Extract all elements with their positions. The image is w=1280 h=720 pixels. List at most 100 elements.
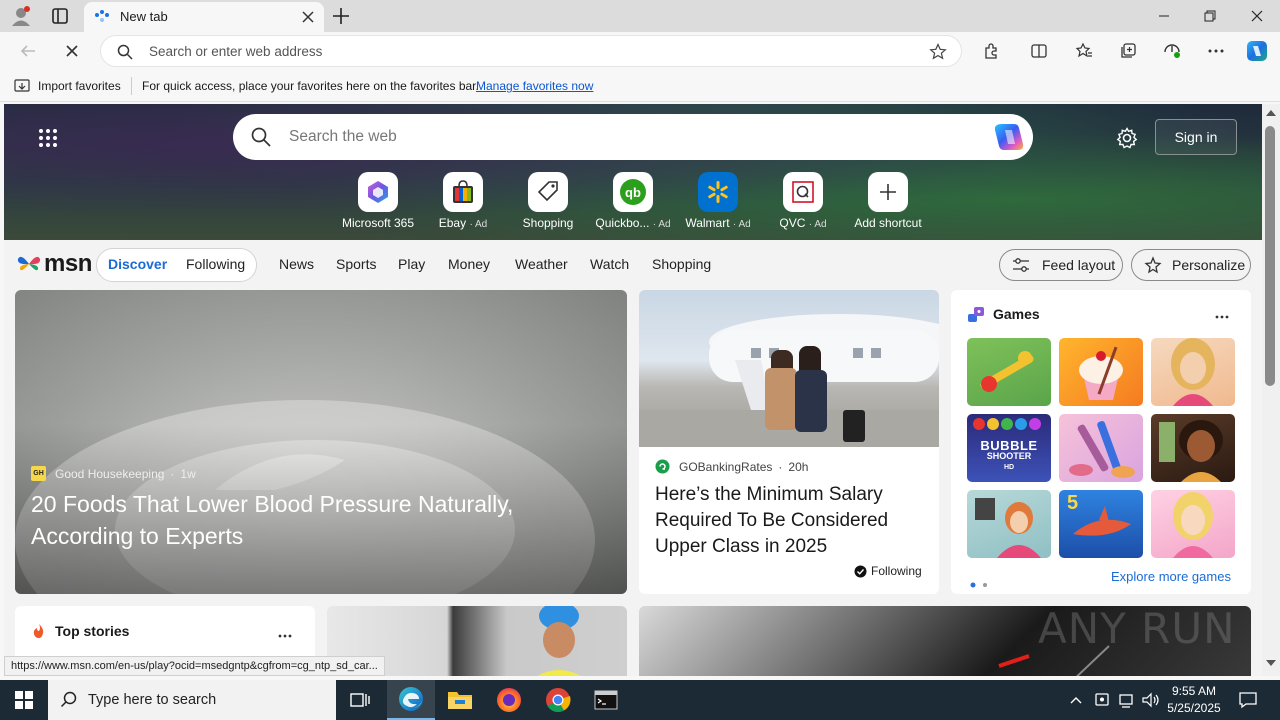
web-search-box[interactable]: Search the web (233, 114, 1033, 160)
import-favorites-button[interactable]: Import favorites (38, 79, 121, 93)
taskbar-app-edge[interactable] (387, 680, 435, 720)
apps-launcher-icon[interactable] (38, 128, 58, 148)
carousel-dots[interactable] (970, 575, 990, 588)
featured-article-card[interactable]: GH Good Housekeeping · 1w 20 Foods That … (15, 290, 627, 594)
article-source: GH Good Housekeeping · 1w (31, 466, 196, 481)
taskbar-search-placeholder: Type here to search (88, 692, 217, 708)
nav-link-news[interactable]: News (279, 256, 314, 272)
shortcut-shopping[interactable]: Shopping (508, 172, 588, 230)
game-tile-princess[interactable] (1151, 490, 1235, 558)
nav-link-shopping[interactable]: Shopping (652, 256, 711, 272)
collections-icon[interactable] (1112, 36, 1144, 66)
game-tile-makeup[interactable] (1059, 414, 1143, 482)
favorite-star-icon[interactable] (929, 43, 947, 61)
watermark: ANY RUN (1038, 604, 1236, 653)
game-tile-hospital[interactable] (967, 490, 1051, 558)
shortcut-qvc[interactable]: QVC · Ad (763, 172, 843, 230)
copilot-icon[interactable] (1241, 36, 1273, 66)
quickbooks-icon: qb (613, 172, 653, 212)
shortcut-ebay[interactable]: Ebay · Ad (423, 172, 503, 230)
favorites-icon[interactable] (1068, 36, 1100, 66)
extensions-icon[interactable] (975, 36, 1007, 66)
restore-button[interactable] (1187, 0, 1233, 32)
task-view-button[interactable] (336, 680, 384, 720)
shortcut-microsoft-365[interactable]: Microsoft 365 (338, 172, 418, 230)
personalize-label: Personalize (1172, 257, 1246, 273)
new-tab-hero: Search the web Sign in Microsoft 365 Eba… (4, 104, 1262, 240)
import-favorites-icon[interactable] (14, 78, 30, 94)
folder-icon (448, 692, 472, 709)
game-tile-girl-door[interactable] (1151, 414, 1235, 482)
sliders-icon (1013, 258, 1029, 272)
taskbar-search-box[interactable]: Type here to search (48, 680, 336, 720)
tab-actions-icon[interactable] (50, 7, 70, 25)
article-title[interactable]: 20 Foods That Lower Blood Pressure Natur… (31, 488, 591, 552)
msn-butterfly-icon (17, 256, 41, 271)
windows-taskbar: Type here to search 9:55 AM 5/25/2025 (0, 680, 1280, 720)
taskbar-app-firefox[interactable] (485, 680, 533, 720)
nav-link-watch[interactable]: Watch (590, 256, 629, 272)
tab-new-tab[interactable]: New tab (84, 2, 324, 32)
game-tile-fashion[interactable] (1151, 338, 1235, 406)
page-scrollbar[interactable] (1262, 104, 1280, 676)
shortcut-add[interactable]: Add shortcut (848, 172, 928, 230)
taskbar-app-terminal[interactable] (582, 680, 630, 720)
minimize-button[interactable] (1141, 0, 1187, 32)
top-stories-title[interactable]: Top stories (55, 623, 129, 639)
scroll-down-arrow[interactable] (1266, 660, 1276, 666)
taskbar-app-file-explorer[interactable] (436, 680, 484, 720)
wifi-network-icon[interactable] (1117, 691, 1137, 709)
scrollbar-thumb[interactable] (1265, 126, 1275, 386)
browser-essentials-icon[interactable] (1156, 36, 1188, 66)
copilot-icon[interactable] (993, 122, 1025, 152)
game-tile-cupcake[interactable] (1059, 338, 1143, 406)
msn-logo[interactable]: msn (16, 249, 92, 279)
start-button[interactable] (0, 680, 48, 720)
close-window-button[interactable] (1234, 0, 1280, 32)
address-bar[interactable]: Search or enter web address (100, 35, 962, 67)
personalize-button[interactable]: Personalize (1131, 249, 1251, 281)
edge-icon (399, 687, 423, 711)
tab-discover[interactable]: Discover (108, 256, 167, 272)
plus-icon (868, 172, 908, 212)
following-indicator[interactable]: Following (854, 564, 922, 578)
settings-more-icon[interactable] (1200, 36, 1232, 66)
game-tile-key-puzzle[interactable] (967, 338, 1051, 406)
more-options-icon[interactable] (278, 627, 292, 638)
windows-logo-icon (15, 691, 33, 709)
manage-favorites-link[interactable]: Manage favorites now (476, 79, 593, 93)
nav-link-money[interactable]: Money (448, 256, 490, 272)
explore-more-games-link[interactable]: Explore more games (1111, 569, 1231, 584)
shortcut-label: Ebay (438, 216, 467, 230)
notifications-icon[interactable] (1238, 690, 1258, 710)
network-device-icon[interactable] (1093, 691, 1113, 709)
game-tile-shark[interactable]: 5 (1059, 490, 1143, 558)
game-tile-bubble-shooter[interactable]: BUBBLE SHOOTER HD (967, 414, 1051, 482)
nav-link-weather[interactable]: Weather (515, 256, 568, 272)
back-button[interactable] (12, 36, 44, 66)
new-tab-button[interactable] (330, 5, 352, 27)
profile-icon[interactable] (10, 5, 32, 27)
article-title[interactable]: Here’s the Minimum Salary Required To Be… (655, 482, 923, 560)
feed-layout-button[interactable]: Feed layout (999, 249, 1123, 281)
nav-link-sports[interactable]: Sports (336, 256, 376, 272)
show-hidden-icons[interactable] (1068, 692, 1084, 708)
shortcut-quickbooks[interactable]: qb Quickbo... · Ad (593, 172, 673, 230)
more-options-icon[interactable] (1215, 308, 1229, 319)
shortcut-walmart[interactable]: Walmart · Ad (678, 172, 758, 230)
sign-in-button[interactable]: Sign in (1155, 119, 1237, 155)
watermark-text: ANY RUN (1038, 604, 1236, 653)
favorites-separator (131, 77, 132, 95)
scroll-up-arrow[interactable] (1266, 110, 1276, 116)
system-clock[interactable]: 9:55 AM 5/25/2025 (1164, 683, 1224, 717)
close-tab-icon[interactable] (300, 9, 316, 25)
taskbar-app-chrome[interactable] (534, 680, 582, 720)
volume-icon[interactable] (1141, 691, 1161, 709)
tab-following[interactable]: Following (186, 256, 245, 272)
nav-link-play[interactable]: Play (398, 256, 425, 272)
article-card[interactable]: GOBankingRates · 20h Here’s the Minimum … (639, 290, 939, 594)
stop-loading-button[interactable] (56, 36, 88, 66)
page-settings-icon[interactable] (1116, 127, 1138, 149)
split-screen-icon[interactable] (1023, 36, 1055, 66)
page-viewport: Search the web Sign in Microsoft 365 Eba… (4, 104, 1262, 676)
